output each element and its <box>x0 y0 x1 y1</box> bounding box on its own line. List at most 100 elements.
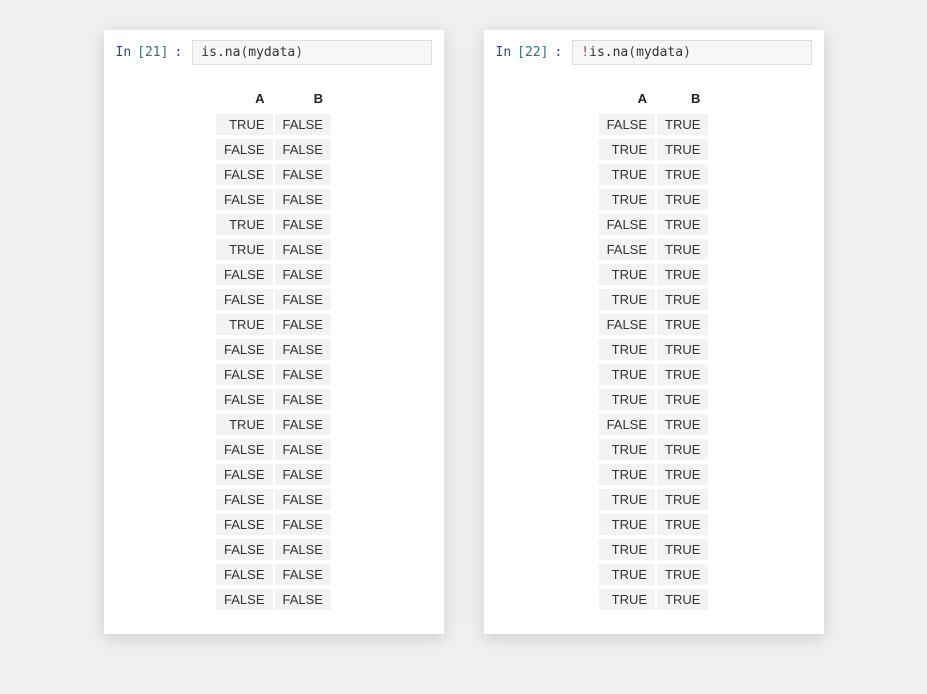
table-row: TRUETRUE <box>599 489 709 510</box>
table-cell: FALSE <box>275 164 331 185</box>
table-cell: TRUE <box>216 114 272 135</box>
table-row: FALSEFALSE <box>216 589 331 610</box>
table-cell: FALSE <box>275 239 331 260</box>
table-row: TRUEFALSE <box>216 239 331 260</box>
table-cell: FALSE <box>599 414 655 435</box>
table-cell: TRUE <box>657 114 708 135</box>
table-cell: TRUE <box>657 189 708 210</box>
table-cell: FALSE <box>599 239 655 260</box>
table-cell: FALSE <box>275 514 331 535</box>
table-cell: TRUE <box>657 389 708 410</box>
table-cell: TRUE <box>216 314 272 335</box>
table-row: FALSEFALSE <box>216 339 331 360</box>
output-table: A B TRUEFALSEFALSEFALSEFALSEFALSEFALSEFA… <box>104 75 444 634</box>
table-cell: FALSE <box>275 139 331 160</box>
table-row: FALSEFALSE <box>216 564 331 585</box>
table-cell: TRUE <box>657 414 708 435</box>
table-row: TRUEFALSE <box>216 314 331 335</box>
table-cell: TRUE <box>599 539 655 560</box>
table-cell: TRUE <box>599 589 655 610</box>
table-cell: TRUE <box>657 314 708 335</box>
table-cell: TRUE <box>599 464 655 485</box>
table-cell: FALSE <box>599 114 655 135</box>
table-cell: FALSE <box>599 314 655 335</box>
col-header-b: B <box>275 87 331 110</box>
table-cell: TRUE <box>657 139 708 160</box>
in-number: [22] <box>517 45 548 60</box>
table-row: TRUETRUE <box>599 364 709 385</box>
table-cell: TRUE <box>599 264 655 285</box>
table-cell: TRUE <box>657 489 708 510</box>
col-header-a: A <box>216 87 272 110</box>
table-row: TRUETRUE <box>599 264 709 285</box>
table-cell: FALSE <box>216 139 272 160</box>
table-cell: FALSE <box>275 439 331 460</box>
table-cell: FALSE <box>216 289 272 310</box>
table-row: FALSEFALSE <box>216 289 331 310</box>
table-cell: TRUE <box>599 389 655 410</box>
table-row: FALSEFALSE <box>216 489 331 510</box>
table-cell: FALSE <box>275 414 331 435</box>
table-row: TRUETRUE <box>599 539 709 560</box>
table-row: TRUETRUE <box>599 139 709 160</box>
table-cell: FALSE <box>216 339 272 360</box>
table-header: A B <box>599 87 709 110</box>
table-row: TRUEFALSE <box>216 214 331 235</box>
table-cell: FALSE <box>216 564 272 585</box>
table-row: TRUETRUE <box>599 464 709 485</box>
table-cell: FALSE <box>275 289 331 310</box>
table-cell: TRUE <box>657 514 708 535</box>
notebook-cell-left: In [21] : is.na(mydata) A B TRUEFALSEFAL… <box>104 30 444 634</box>
table-body: FALSETRUETRUETRUETRUETRUETRUETRUEFALSETR… <box>599 114 709 610</box>
table-cell: TRUE <box>599 289 655 310</box>
table-cell: TRUE <box>599 514 655 535</box>
in-colon: : <box>554 45 562 60</box>
table-cell: FALSE <box>275 214 331 235</box>
in-label: In <box>116 45 132 60</box>
code-prefix: ! <box>581 45 589 60</box>
code-input[interactable]: is.na(mydata) <box>192 40 431 65</box>
table-cell: FALSE <box>275 364 331 385</box>
table-cell: TRUE <box>657 564 708 585</box>
table-cell: TRUE <box>657 339 708 360</box>
table-cell: FALSE <box>216 264 272 285</box>
table-row: FALSETRUE <box>599 414 709 435</box>
table-cell: TRUE <box>599 489 655 510</box>
table-row: FALSEFALSE <box>216 189 331 210</box>
table-row: FALSEFALSE <box>216 164 331 185</box>
table-row: TRUETRUE <box>599 564 709 585</box>
table-cell: FALSE <box>216 364 272 385</box>
table-cell: TRUE <box>216 414 272 435</box>
table-cell: FALSE <box>216 439 272 460</box>
table-cell: TRUE <box>216 239 272 260</box>
table-cell: FALSE <box>275 464 331 485</box>
table-cell: TRUE <box>599 164 655 185</box>
table-row: TRUEFALSE <box>216 414 331 435</box>
table-row: FALSETRUE <box>599 239 709 260</box>
table-cell: TRUE <box>657 239 708 260</box>
table-cell: FALSE <box>275 589 331 610</box>
table-cell: TRUE <box>657 264 708 285</box>
table-cell: TRUE <box>216 214 272 235</box>
table-row: TRUETRUE <box>599 439 709 460</box>
table-cell: FALSE <box>216 389 272 410</box>
table-row: FALSEFALSE <box>216 389 331 410</box>
paren-open: ( <box>628 45 636 60</box>
table-row: FALSETRUE <box>599 214 709 235</box>
table-cell: TRUE <box>599 564 655 585</box>
in-label: In <box>496 45 512 60</box>
code-arg: mydata <box>636 45 683 60</box>
table-cell: TRUE <box>599 439 655 460</box>
table-cell: FALSE <box>275 264 331 285</box>
code-arg: mydata <box>248 45 295 60</box>
table-row: FALSEFALSE <box>216 364 331 385</box>
table-row: FALSEFALSE <box>216 539 331 560</box>
table-cell: FALSE <box>216 514 272 535</box>
table-cell: FALSE <box>216 189 272 210</box>
table-row: TRUETRUE <box>599 289 709 310</box>
col-header-b: B <box>657 87 708 110</box>
output-table: A B FALSETRUETRUETRUETRUETRUETRUETRUEFAL… <box>484 75 824 634</box>
table-cell: TRUE <box>657 539 708 560</box>
table-row: FALSEFALSE <box>216 139 331 160</box>
code-input[interactable]: !is.na(mydata) <box>572 40 811 65</box>
